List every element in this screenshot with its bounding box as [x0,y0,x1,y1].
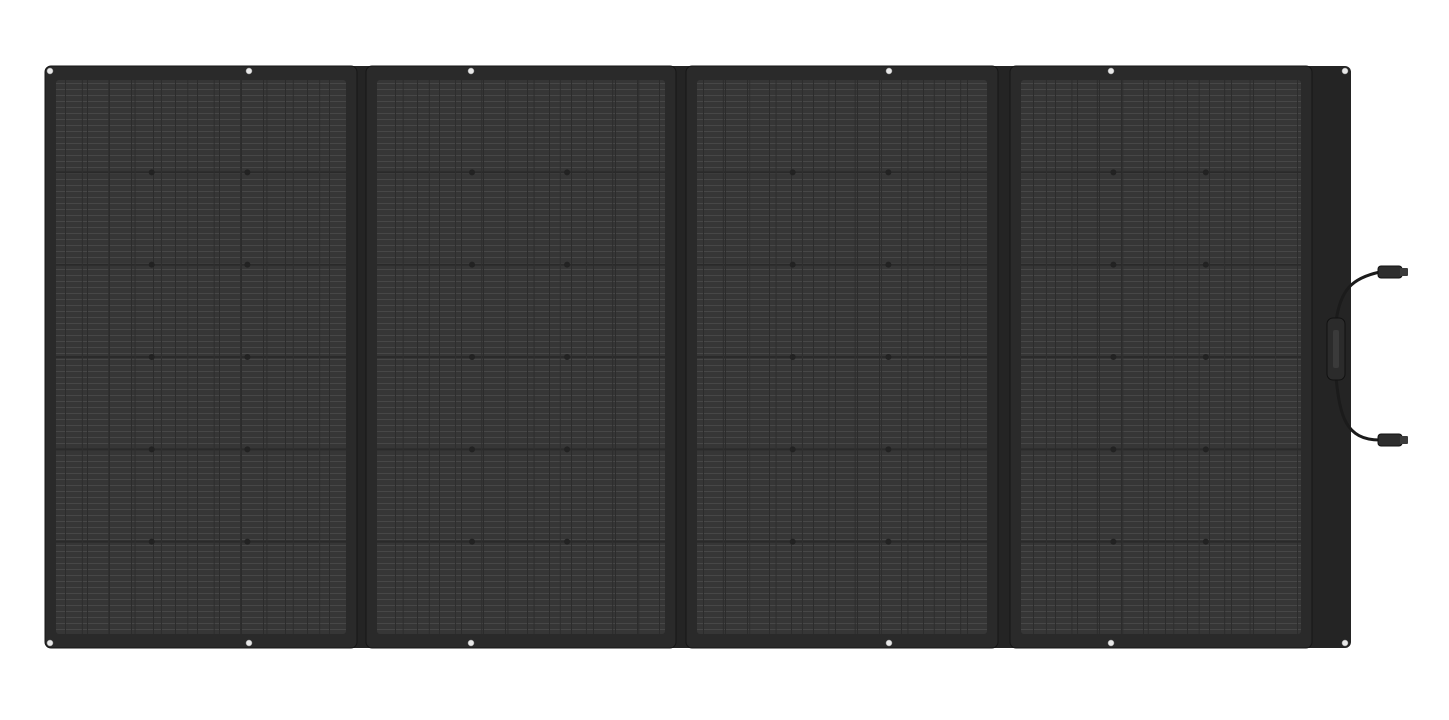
grommet [46,639,54,647]
cell-junction-dot [244,446,251,453]
cell-junction-dot [564,538,571,545]
cell-junction-dot [469,261,476,268]
cell-junction-dot [469,538,476,545]
cell-junction-dot [1202,446,1209,453]
solar-panel-illustration [44,65,1408,649]
cell-junction-dot [469,169,476,176]
connector-bottom-tip [1400,436,1408,444]
cell-junction-dot [885,261,892,268]
cell-junction-dot [1110,538,1117,545]
cell-junction-dot [1202,354,1209,360]
cell-junction-dot [789,169,796,176]
cell-junction-dot [148,261,155,268]
cell-junction-dot [564,261,571,268]
cell-junction-dot [789,261,796,268]
grommet [46,67,54,75]
cell-junction-dot [789,354,796,360]
cell-junction-dot [469,354,476,360]
cell-junction-dot [148,354,155,360]
grommet [467,67,475,75]
cell-junction-dot [244,354,251,360]
cell-junction-dot [564,446,571,453]
grommet [1107,67,1115,75]
cell-junction-dot [789,446,796,453]
solar-panel-2 [365,65,677,649]
grommet [885,67,893,75]
product-image [0,0,1449,720]
grommet [1341,67,1349,75]
cell-junction-dot [148,446,155,453]
cell-junction-dot [244,261,251,268]
cell-junction-dot [885,446,892,453]
cell-junction-dot [1110,261,1117,268]
cell-junction-dot [244,538,251,545]
cell-junction-dot [148,538,155,545]
solar-panel-1 [44,65,358,649]
cell-junction-dot [564,354,571,360]
cell-junction-dot [1202,169,1209,176]
grommet [245,67,253,75]
cell-junction-dot [1202,538,1209,545]
grommet [245,639,253,647]
solar-panel-3 [685,65,999,649]
cell-junction-dot [1110,354,1117,360]
solar-panel-4 [1009,65,1313,649]
cell-junction-dot [564,169,571,176]
connector-bottom [1377,433,1403,447]
cell-junction-dot [1110,446,1117,453]
grommet [467,639,475,647]
connector-top-tip [1400,268,1408,276]
cell-junction-dot [789,538,796,545]
grommet [1341,639,1349,647]
connector-top [1377,265,1403,279]
junction-label [1333,330,1339,368]
cell-junction-dot [148,169,155,176]
cell-junction-dot [244,169,251,176]
grommet [885,639,893,647]
cell-junction-dot [469,446,476,453]
grommet [1107,639,1115,647]
cell-junction-dot [885,169,892,176]
cell-junction-dot [1202,261,1209,268]
cell-junction-dot [885,354,892,360]
cell-junction-dot [885,538,892,545]
cell-junction-dot [1110,169,1117,176]
